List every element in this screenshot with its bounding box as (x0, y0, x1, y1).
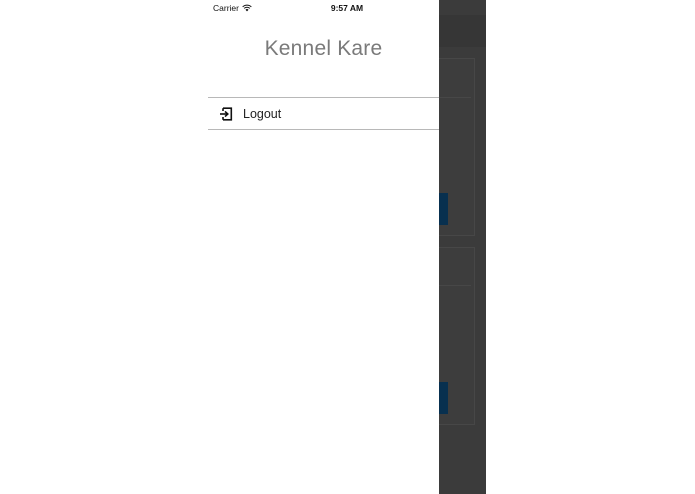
drawer-item-logout[interactable]: Logout (208, 97, 439, 130)
content-card (439, 247, 475, 425)
page-root: Carrier 9:57 AM Kennel Kare Logout (0, 0, 695, 494)
card-action-button (439, 193, 448, 225)
phone-screen: Carrier 9:57 AM Kennel Kare Logout (208, 0, 486, 494)
dimmed-main-view[interactable] (439, 0, 486, 494)
card-action-button (439, 382, 448, 414)
content-card (439, 58, 475, 236)
logout-icon (220, 106, 233, 121)
drawer-item-label: Logout (243, 106, 282, 121)
side-drawer: Kennel Kare Logout (208, 15, 439, 494)
drawer-title: Kennel Kare (264, 37, 383, 60)
card-divider (439, 97, 471, 98)
card-divider (439, 285, 471, 286)
main-nav-bar (439, 15, 486, 47)
